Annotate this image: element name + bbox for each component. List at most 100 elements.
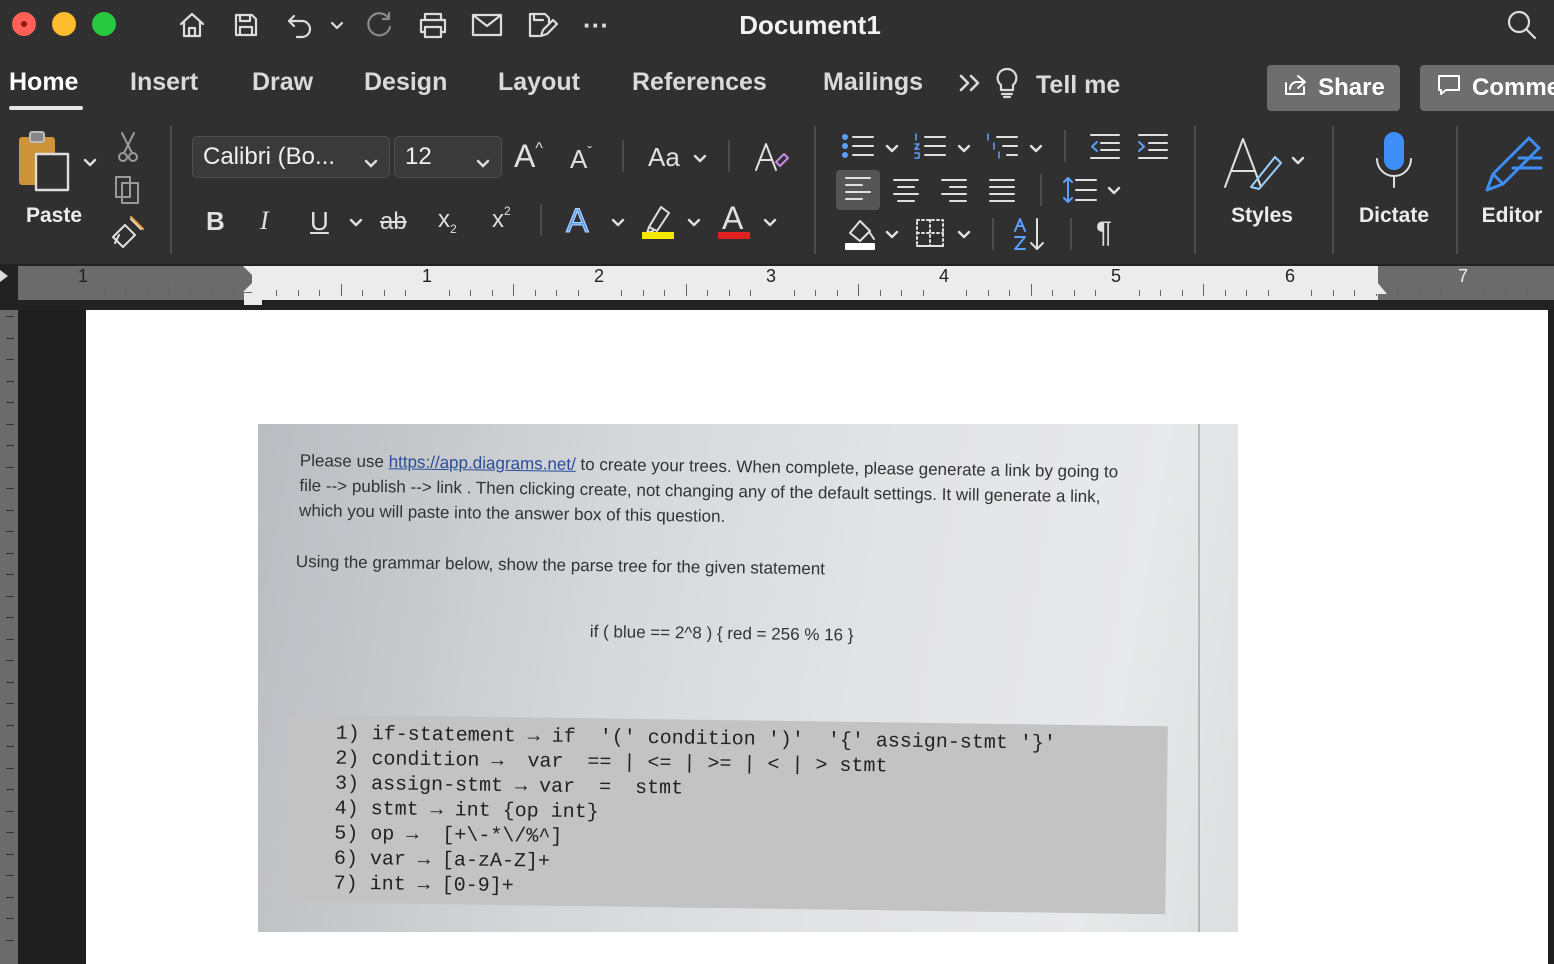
vertical-ruler-tick <box>6 466 14 468</box>
underline-chevron-icon[interactable] <box>348 214 364 233</box>
decrease-indent-icon[interactable] <box>1086 130 1122 162</box>
underline-button[interactable]: U <box>310 206 329 237</box>
change-case-chevron-icon[interactable] <box>692 150 708 169</box>
subscript-mark: 2 <box>450 222 457 236</box>
highlight-color-swatch <box>642 232 674 239</box>
horizontal-ruler[interactable]: 1 1 2 3 4 5 6 7 <box>0 264 1554 310</box>
numbering-chevron-icon[interactable] <box>956 140 972 159</box>
hanging-indent-marker[interactable] <box>243 282 263 292</box>
text-effects-button[interactable]: A <box>566 202 590 241</box>
mail-icon[interactable] <box>468 8 506 42</box>
format-painter-icon[interactable] <box>110 214 148 250</box>
more-tabs-chevron-icon[interactable] <box>958 72 984 99</box>
tab-mailings[interactable]: Mailings <box>823 68 923 97</box>
font-size-combobox[interactable]: 12 <box>394 136 502 178</box>
vertical-ruler[interactable] <box>0 310 18 964</box>
line-spacing-chevron-icon[interactable] <box>1106 182 1122 201</box>
vertical-ruler-tick <box>6 595 14 597</box>
document-page[interactable]: Please use https://app.diagrams.net/ to … <box>86 310 1548 964</box>
embedded-image[interactable]: Please use https://app.diagrams.net/ to … <box>258 424 1238 932</box>
align-left-button[interactable] <box>836 170 880 210</box>
font-name-combobox[interactable]: Calibri (Bo... <box>192 136 390 178</box>
bold-button[interactable]: B <box>206 206 225 237</box>
document-title: Document1 <box>739 10 881 40</box>
search-icon[interactable] <box>1504 8 1540 42</box>
shading-chevron-icon[interactable] <box>884 226 900 245</box>
styles-chevron-icon[interactable] <box>1290 152 1306 171</box>
print-icon[interactable] <box>414 8 452 42</box>
font-color-chevron-icon[interactable] <box>762 214 778 233</box>
italic-button[interactable]: I <box>260 206 269 236</box>
ruler-tick <box>448 290 450 296</box>
undo-icon[interactable] <box>282 8 318 42</box>
tab-references[interactable]: References <box>632 68 767 97</box>
vertical-ruler-tick <box>6 939 14 941</box>
multilevel-list-icon[interactable] <box>984 130 1020 162</box>
shrink-font-button[interactable]: Aˇ <box>570 143 592 175</box>
sort-icon[interactable] <box>1010 214 1050 254</box>
vertical-ruler-tick <box>6 380 14 382</box>
first-line-indent-marker[interactable] <box>243 266 263 276</box>
microphone-icon[interactable] <box>1364 128 1424 198</box>
styles-icon[interactable] <box>1218 130 1288 198</box>
ribbon-tab-bar: Home Insert Draw Design Layout Reference… <box>0 52 1554 118</box>
grammar-rule: 5) op → [+\-*\/%^] <box>334 822 563 849</box>
right-indent-marker[interactable] <box>1367 282 1387 294</box>
bullets-chevron-icon[interactable] <box>884 140 900 159</box>
highlight-chevron-icon[interactable] <box>686 214 702 233</box>
comments-button[interactable]: Comme <box>1420 65 1554 111</box>
left-indent-marker[interactable] <box>244 293 262 305</box>
tab-layout[interactable]: Layout <box>498 68 580 97</box>
ruler-tick <box>793 290 795 296</box>
tell-me-box[interactable]: Tell me <box>958 66 1120 105</box>
ruler-tick <box>1354 290 1356 296</box>
tab-home[interactable]: Home <box>9 68 78 97</box>
tab-insert[interactable]: Insert <box>130 68 198 97</box>
subscript-button[interactable]: x2 <box>438 206 457 236</box>
borders-chevron-icon[interactable] <box>956 226 972 245</box>
undo-dropdown-chevron-icon[interactable] <box>326 8 348 42</box>
ruler-tick <box>1267 290 1269 296</box>
strikethrough-button[interactable]: ab <box>380 208 407 236</box>
share-button[interactable]: Share <box>1267 65 1400 111</box>
numbering-icon[interactable] <box>912 130 948 162</box>
close-window-button[interactable] <box>12 12 36 36</box>
ruler-tick <box>383 290 385 296</box>
ruler-tick <box>1181 290 1183 296</box>
tab-design[interactable]: Design <box>364 68 447 97</box>
bullets-icon[interactable] <box>840 130 876 162</box>
multilevel-list-chevron-icon[interactable] <box>1028 140 1044 159</box>
align-center-icon[interactable] <box>886 170 926 210</box>
line-spacing-icon[interactable] <box>1060 170 1100 210</box>
paste-button[interactable] <box>14 130 78 196</box>
comment-icon <box>1436 73 1462 104</box>
maximize-window-button[interactable] <box>92 12 116 36</box>
copy-icon[interactable] <box>110 172 146 208</box>
shading-icon[interactable] <box>840 214 880 252</box>
grow-font-button[interactable]: A^ <box>514 138 543 175</box>
change-case-button[interactable]: Aa <box>648 142 680 173</box>
vertical-ruler-tick <box>6 552 14 554</box>
justify-icon[interactable] <box>982 170 1022 210</box>
home-icon[interactable] <box>174 8 210 42</box>
minimize-window-button[interactable] <box>52 12 76 36</box>
ruler-tick <box>858 284 860 296</box>
vertical-ruler-tick <box>6 896 14 898</box>
more-icon[interactable]: ··· <box>578 8 614 42</box>
superscript-button[interactable]: x2 <box>492 204 511 234</box>
ruler-tick <box>362 290 364 296</box>
tab-draw[interactable]: Draw <box>252 68 313 97</box>
paste-options-chevron-icon[interactable] <box>82 154 98 173</box>
show-formatting-button[interactable]: ¶ <box>1096 216 1112 250</box>
share-label: Share <box>1318 74 1385 101</box>
increase-indent-icon[interactable] <box>1134 130 1170 162</box>
borders-icon[interactable] <box>910 214 950 252</box>
text-effects-chevron-icon[interactable] <box>610 214 626 233</box>
save-icon[interactable] <box>228 8 264 42</box>
cut-icon[interactable] <box>112 130 144 164</box>
clear-formatting-icon[interactable] <box>748 136 792 180</box>
save-edit-icon[interactable] <box>522 8 562 42</box>
align-right-icon[interactable] <box>934 170 974 210</box>
editor-icon[interactable] <box>1478 128 1548 198</box>
redo-icon[interactable] <box>360 8 398 42</box>
